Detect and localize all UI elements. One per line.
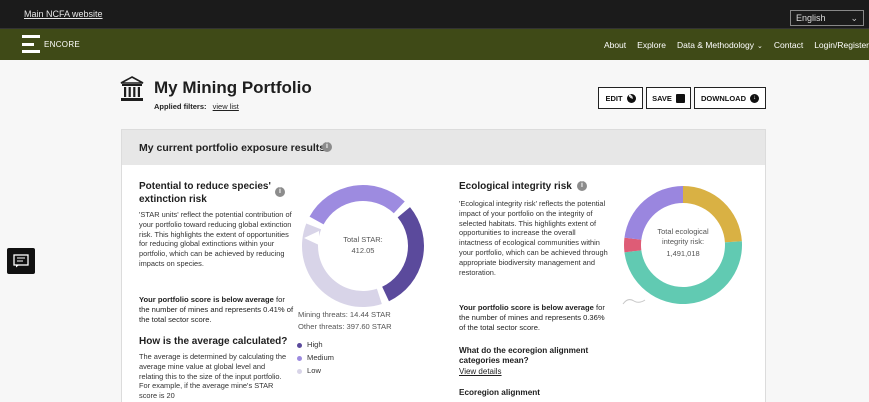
- nav-item-data-methodology-label: Data & Methodology: [676, 40, 755, 50]
- species-score-text: Your portfolio score is below average fo…: [139, 295, 295, 324]
- nav-menu: About Explore Data & Methodology ⌄ Contac…: [604, 40, 869, 50]
- download-button-label: DOWNLOAD: [701, 93, 746, 103]
- chevron-down-icon: ⌄: [757, 43, 763, 50]
- star-total-value: 412.05: [352, 246, 375, 255]
- chevron-down-icon: ⌄: [850, 13, 858, 23]
- card-header: My current portfolio exposure results i: [122, 130, 765, 165]
- legend-dot-medium: [297, 355, 302, 361]
- star-donut-segment-medium[interactable]: [309, 185, 405, 225]
- integrity-description: 'Ecological integrity risk' reflects the…: [459, 199, 608, 277]
- integrity-donut-chart: Total ecological integrity risk: 1,491,0…: [624, 186, 742, 304]
- main-ncfa-website-link[interactable]: Main NCFA website: [24, 9, 103, 19]
- nav-item-contact[interactable]: Contact: [774, 40, 803, 50]
- average-heading: How is the average calculated?: [139, 336, 288, 347]
- legend-item-high: High: [297, 340, 323, 350]
- star-total-label: Total STAR:: [343, 235, 382, 244]
- star-donut-segment-high[interactable]: [382, 207, 424, 302]
- language-select[interactable]: English ⌄: [790, 10, 864, 26]
- star-donut-chart: Total STAR: 412.05: [302, 185, 424, 307]
- ecoregion-alignment-heading: Ecoregion alignment: [459, 388, 540, 397]
- save-button-label: SAVE: [652, 93, 672, 103]
- top-utility-bar: Main NCFA website English ⌄: [0, 0, 869, 29]
- ecoregion-categories-question: What do the ecoregion alignment categori…: [459, 346, 589, 365]
- floppy-disk-icon: [675, 93, 685, 103]
- view-list-link[interactable]: view list: [213, 102, 239, 111]
- integrity-total-label-1: Total ecological: [657, 227, 709, 236]
- encore-logo[interactable]: ENCORE: [22, 35, 80, 53]
- brand-name: ENCORE: [44, 39, 81, 49]
- other-threats-text: Other threats: 397.60 STAR: [298, 322, 392, 331]
- species-score-bold: Your portfolio score is below average: [139, 295, 274, 304]
- legend-item-medium: Medium: [297, 353, 334, 363]
- integrity-risk-heading: Ecological integrity risk: [459, 181, 572, 192]
- save-button[interactable]: SAVE: [646, 87, 691, 109]
- species-risk-heading: Potential to reduce species' extinction …: [139, 181, 271, 205]
- download-button[interactable]: DOWNLOAD ↓: [694, 87, 766, 109]
- pencil-icon: ✎: [626, 93, 636, 103]
- integrity-donut-segment-2[interactable]: [624, 237, 642, 253]
- mining-threats-text: Mining threats: 14.44 STAR: [298, 310, 391, 319]
- edit-button-label: EDIT: [605, 93, 623, 103]
- legend-label-medium: Medium: [307, 353, 335, 362]
- species-info-icon[interactable]: i: [275, 187, 285, 197]
- page-title: My Mining Portfolio: [154, 78, 312, 97]
- main-navbar: ENCORE About Explore Data & Methodology ⌄…: [0, 29, 869, 60]
- nav-item-data-methodology[interactable]: Data & Methodology ⌄: [677, 40, 763, 50]
- applied-filters-label: Applied filters:: [154, 102, 207, 111]
- feedback-button[interactable]: [7, 248, 35, 274]
- species-description: 'STAR units' reflect the potential contr…: [139, 210, 292, 268]
- integrity-total-value: 1,491,018: [666, 249, 699, 258]
- legend-label-low: Low: [307, 366, 321, 375]
- nav-item-explore[interactable]: Explore: [637, 40, 666, 50]
- language-select-value: English: [796, 13, 826, 23]
- info-icon[interactable]: i: [322, 142, 332, 152]
- loading-squiggle: [622, 299, 646, 305]
- card-title: My current portfolio exposure results: [139, 142, 326, 154]
- nav-item-about[interactable]: About: [604, 40, 626, 50]
- nav-item-login-register[interactable]: Login/Register: [814, 40, 869, 50]
- portfolio-building-icon: [120, 76, 144, 101]
- integrity-info-icon[interactable]: i: [577, 181, 587, 191]
- encore-logo-icon: [22, 35, 40, 53]
- legend-item-low: Low: [297, 366, 321, 376]
- integrity-total-label-2: integrity risk:: [662, 237, 704, 246]
- integrity-score-text: Your portfolio score is below average fo…: [459, 303, 611, 332]
- legend-label-high: High: [307, 340, 323, 349]
- integrity-score-bold: Your portfolio score is below average: [459, 303, 594, 312]
- view-details-link[interactable]: View details: [459, 367, 502, 376]
- legend-dot-high: [297, 342, 302, 348]
- legend-dot-low: [297, 368, 302, 374]
- download-icon: ↓: [750, 93, 759, 103]
- edit-button[interactable]: EDIT ✎: [598, 87, 643, 109]
- applied-filters: Applied filters: view list: [154, 102, 239, 111]
- average-explanation: The average is determined by calculating…: [139, 352, 287, 401]
- feedback-chat-icon: [13, 254, 29, 268]
